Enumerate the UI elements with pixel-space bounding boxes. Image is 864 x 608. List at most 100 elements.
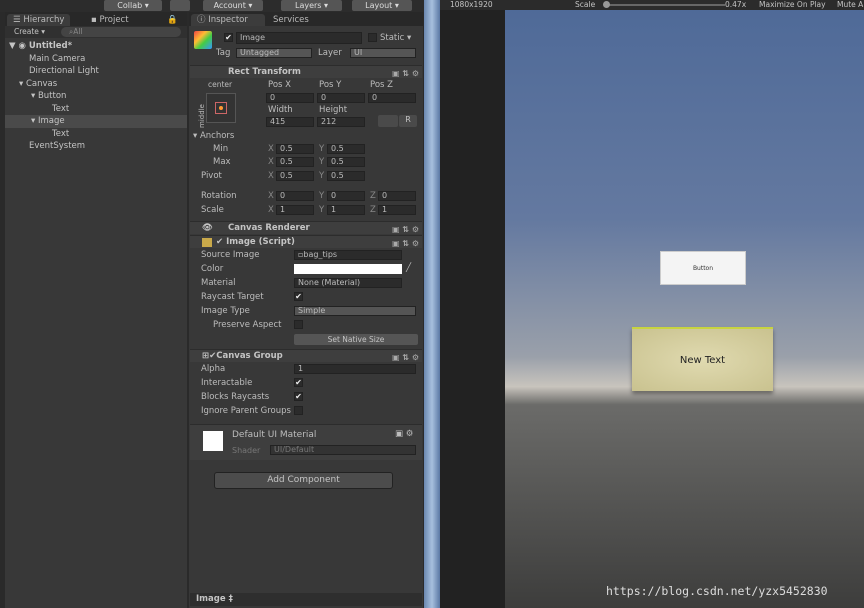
posz-input[interactable]: 0: [368, 93, 416, 103]
cloud-button[interactable]: [170, 0, 190, 11]
list-item[interactable]: Main Camera: [5, 53, 187, 66]
alpha-input[interactable]: 1: [294, 364, 416, 374]
scale-y-input[interactable]: 1: [327, 205, 365, 215]
image-script-header[interactable]: ✔ Image (Script) ▣ ⇅ ⚙: [190, 235, 422, 248]
list-item-selected[interactable]: ▾ Image: [5, 115, 187, 128]
scene-row[interactable]: ▼ ◉ Untitled*: [5, 40, 187, 53]
collab-button[interactable]: Collab ▾: [104, 0, 162, 11]
component-icons[interactable]: ▣ ⇅ ⚙: [392, 351, 419, 364]
list-item[interactable]: Text: [5, 103, 187, 116]
active-checkbox[interactable]: ✔: [224, 33, 233, 42]
slider-thumb[interactable]: [603, 1, 610, 8]
layout-button[interactable]: Layout ▾: [352, 0, 412, 11]
posx-input[interactable]: 0: [266, 93, 314, 103]
y-label: Y: [319, 205, 325, 215]
min-label: Min: [213, 144, 229, 154]
anchors-foldout[interactable]: ▾ Anchors: [193, 131, 234, 141]
posz-label: Pos Z: [370, 80, 393, 90]
material-icons[interactable]: ▣ ⚙: [395, 429, 413, 439]
raw-edit-button[interactable]: R: [399, 115, 417, 127]
list-item[interactable]: ▾ Button: [5, 90, 187, 103]
hierarchy-panel: ☰ Hierarchy ▪ Project 🔒 Create ▾ ⌕All ▼ …: [5, 12, 187, 608]
alpha-label: Alpha: [201, 364, 226, 374]
add-component-button[interactable]: Add Component: [214, 472, 393, 489]
interactable-checkbox[interactable]: ✔: [294, 378, 303, 387]
tab-services[interactable]: Services: [267, 14, 315, 26]
preview-title[interactable]: Image ‡: [196, 594, 233, 604]
layer-label: Layer: [318, 48, 342, 58]
tab-hierarchy[interactable]: ☰ Hierarchy: [7, 14, 71, 26]
anchor-h: center: [208, 80, 233, 89]
list-item[interactable]: EventSystem: [5, 140, 187, 153]
tab-project[interactable]: ▪ Project: [85, 14, 135, 26]
search-input[interactable]: ⌕All: [61, 27, 181, 37]
ignore-parent-groups-checkbox[interactable]: [294, 406, 303, 415]
list-item[interactable]: Text: [5, 128, 187, 141]
create-button[interactable]: Create ▾: [14, 27, 45, 36]
scale-z-input[interactable]: 1: [378, 205, 416, 215]
window-divider[interactable]: [424, 0, 440, 608]
material-field[interactable]: None (Material): [294, 278, 402, 288]
component-icons[interactable]: ▣ ⇅ ⚙: [392, 67, 419, 80]
anchor-v: middle: [197, 104, 206, 128]
static-label[interactable]: Static ▾: [380, 33, 411, 43]
rect-transform-header[interactable]: Rect Transform ▣ ⇅ ⚙: [190, 65, 422, 78]
component-icons[interactable]: ▣ ⇅ ⚙: [392, 237, 419, 250]
ui-button[interactable]: Button: [660, 251, 746, 285]
width-input[interactable]: 415: [266, 117, 314, 127]
ui-image-panel: New Text: [632, 327, 773, 391]
lock-icon[interactable]: 🔒: [161, 14, 184, 26]
max-y-input[interactable]: 0.5: [327, 157, 365, 167]
rotation-y-input[interactable]: 0: [327, 191, 365, 201]
game-letterbox: [440, 10, 505, 608]
maximize-on-play-toggle[interactable]: Maximize On Play: [759, 0, 826, 9]
preserve-aspect-checkbox[interactable]: [294, 320, 303, 329]
scale-slider[interactable]: [603, 1, 725, 8]
min-y-input[interactable]: 0.5: [327, 144, 365, 154]
list-item[interactable]: ▾ Canvas: [5, 78, 187, 91]
rotation-z-input[interactable]: 0: [378, 191, 416, 201]
raycast-target-checkbox[interactable]: ✔: [294, 292, 303, 301]
y-label: Y: [319, 171, 325, 181]
min-x-input[interactable]: 0.5: [276, 144, 314, 154]
source-image-field[interactable]: ▫bag_tips: [294, 250, 402, 260]
mute-audio-toggle[interactable]: Mute A: [837, 0, 863, 9]
layer-dropdown[interactable]: UI: [350, 48, 416, 58]
blueprint-button[interactable]: [378, 115, 398, 127]
component-title: Canvas Renderer: [228, 223, 310, 233]
set-native-size-button[interactable]: Set Native Size: [294, 334, 418, 345]
item-label: Image: [37, 116, 65, 126]
layers-button[interactable]: Layers ▾: [281, 0, 342, 11]
pivot-label: Pivot: [201, 171, 222, 181]
hierarchy-tabbar: ☰ Hierarchy ▪ Project 🔒: [5, 12, 187, 26]
image-type-dropdown[interactable]: Simple: [294, 306, 416, 316]
x-label: X: [268, 171, 274, 181]
pivot-x-input[interactable]: 0.5: [276, 171, 314, 181]
item-label: Button: [37, 91, 67, 101]
rotation-x-input[interactable]: 0: [276, 191, 314, 201]
scale-label: Scale: [575, 0, 596, 9]
scale-x-input[interactable]: 1: [276, 205, 314, 215]
list-item[interactable]: Directional Light: [5, 65, 187, 78]
blocks-raycasts-checkbox[interactable]: ✔: [294, 392, 303, 401]
eyedropper-icon[interactable]: ╱: [406, 263, 411, 273]
height-input[interactable]: 212: [317, 117, 365, 127]
color-swatch[interactable]: [294, 264, 402, 274]
posy-input[interactable]: 0: [317, 93, 365, 103]
max-x-input[interactable]: 0.5: [276, 157, 314, 167]
account-button[interactable]: Account ▾: [203, 0, 263, 11]
canvas-renderer-header[interactable]: 👁 Canvas Renderer ▣ ⇅ ⚙: [190, 221, 422, 234]
static-checkbox[interactable]: [368, 33, 377, 42]
ui-text: New Text: [679, 355, 726, 366]
game-viewport[interactable]: [505, 10, 864, 608]
pivot-y-input[interactable]: 0.5: [327, 171, 365, 181]
x-label: X: [268, 157, 274, 167]
anchor-preset-button[interactable]: [206, 93, 236, 123]
y-label: Y: [319, 157, 325, 167]
canvas-group-header[interactable]: ⊞✔Canvas Group ▣ ⇅ ⚙: [190, 349, 422, 362]
tab-inspector[interactable]: ⓘ Inspector: [191, 14, 265, 26]
tag-dropdown[interactable]: Untagged: [236, 48, 312, 58]
name-input[interactable]: Image: [236, 32, 362, 44]
shader-dropdown[interactable]: UI/Default: [270, 445, 416, 455]
resolution-dropdown[interactable]: 1080x1920: [450, 0, 493, 9]
